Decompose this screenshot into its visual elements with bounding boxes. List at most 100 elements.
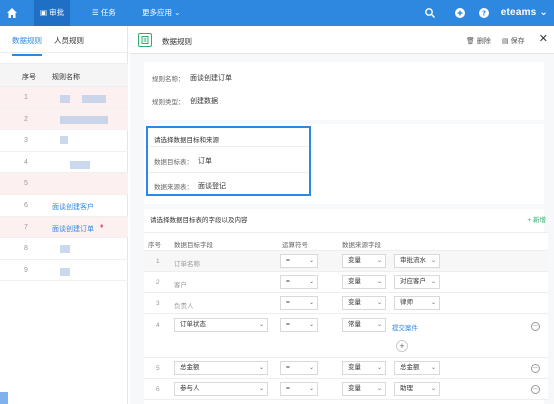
- chevron-down-icon: ⌄: [430, 365, 436, 371]
- source-field-select[interactable]: 审批流水 ⌄: [394, 254, 440, 268]
- nav-more-apps[interactable]: 更多应用 ⌄: [136, 0, 186, 26]
- source-field-select[interactable]: 律师 ⌄: [394, 296, 440, 310]
- chevron-down-icon: ⌄: [536, 7, 548, 18]
- section-title: 请选择数据目标表的字段以及内容: [150, 217, 248, 224]
- chevron-down-icon: ⌄: [308, 365, 314, 371]
- tab-people-rules[interactable]: 人员规则: [54, 35, 84, 46]
- svg-text:?: ?: [482, 10, 486, 18]
- table-row[interactable]: 5: [0, 173, 128, 195]
- nav-approval[interactable]: ▣ 审批: [34, 0, 71, 26]
- chevron-down-icon: ⌄: [430, 258, 436, 264]
- blurred-text: [60, 115, 108, 124]
- table-row: 2 客户 = ⌄ 变量 ⌄ 对应客户 ⌄: [144, 272, 548, 293]
- nav-tasks[interactable]: ☰ 任务: [86, 0, 122, 26]
- save-icon: ▤: [502, 38, 509, 45]
- collapse-handle[interactable]: [0, 392, 8, 404]
- table-row[interactable]: 6 面谈创建客户: [0, 195, 128, 217]
- chevron-down-icon: ⌄: [376, 365, 382, 371]
- chevron-down-icon: ⌄: [376, 300, 382, 306]
- delete-button[interactable]: 🗑 删除: [466, 36, 491, 46]
- chevron-down-icon: ⌄: [308, 386, 314, 392]
- table-row[interactable]: 2: [0, 108, 128, 131]
- rule-basic-card: 规则名称： 面谈创建订单 规则类型： 创建数据: [144, 62, 544, 120]
- chevron-down-icon: ⌄: [376, 258, 382, 264]
- close-icon[interactable]: ✕: [539, 32, 548, 45]
- rule-name-value[interactable]: 面谈创建订单: [190, 73, 232, 83]
- table-row: 6 参与人 ⌄ = ⌄ 变量 ⌄ 助理 ⌄ –: [144, 379, 548, 400]
- table-row[interactable]: 8: [0, 238, 128, 260]
- add-icon[interactable]: [454, 7, 466, 19]
- table-header: 序号 规则名称: [0, 63, 128, 87]
- remove-row-icon[interactable]: –: [531, 385, 540, 394]
- blurred-text: [60, 245, 70, 254]
- chevron-down-icon: ⌄: [258, 365, 264, 371]
- add-new-button[interactable]: + 新增: [527, 214, 546, 224]
- table-row[interactable]: 1: [0, 87, 128, 109]
- source-field-select[interactable]: 助理 ⌄: [394, 382, 440, 396]
- blurred-text: [60, 267, 70, 276]
- chevron-down-icon: ⌄: [430, 300, 436, 306]
- list-icon: ☰: [92, 8, 101, 17]
- constant-value-link[interactable]: 提交案件: [392, 322, 418, 332]
- value-type-select[interactable]: 变量 ⌄: [342, 361, 386, 375]
- help-icon[interactable]: ?: [478, 7, 490, 19]
- rule-tabs: 数据规则 人员规则: [0, 26, 128, 56]
- search-icon[interactable]: [424, 7, 436, 19]
- top-nav-bar: ▣ 审批 ☰ 任务 更多应用 ⌄ ? eteams ⌄: [0, 0, 554, 26]
- target-table-value[interactable]: 订单: [198, 156, 212, 166]
- table-row[interactable]: 9: [0, 260, 128, 282]
- chevron-down-icon: ⌄: [308, 279, 314, 285]
- operator-select[interactable]: = ⌄: [280, 361, 318, 375]
- chevron-down-icon: ⌄: [376, 322, 382, 328]
- table-row-selected[interactable]: 7 面谈创建订单 ♦: [0, 216, 128, 239]
- rule-type-value[interactable]: 创建数据: [190, 96, 218, 106]
- operator-select[interactable]: = ⌄: [280, 296, 318, 310]
- operator-select[interactable]: = ⌄: [280, 318, 318, 332]
- value-type-select[interactable]: 变量 ⌄: [342, 382, 386, 396]
- chevron-down-icon: ⌄: [258, 386, 264, 392]
- chevron-down-icon: ⌄: [430, 386, 436, 392]
- bell-icon: ♦: [100, 222, 104, 230]
- chevron-down-icon: ⌄: [376, 279, 382, 285]
- source-field-select[interactable]: 对应客户 ⌄: [394, 275, 440, 289]
- rule-name-link[interactable]: 面谈创建订单: [52, 224, 94, 234]
- value-type-select[interactable]: 变量 ⌄: [342, 296, 386, 310]
- table-row[interactable]: 4: [0, 152, 128, 174]
- operator-select[interactable]: = ⌄: [280, 254, 318, 268]
- value-type-select[interactable]: 变量 ⌄: [342, 275, 386, 289]
- table-row[interactable]: 3: [0, 130, 128, 152]
- trash-icon: 🗑: [466, 38, 475, 45]
- operator-select[interactable]: = ⌄: [280, 382, 318, 396]
- target-field-select[interactable]: 参与人 ⌄: [174, 382, 268, 396]
- chevron-down-icon: ⌄: [308, 322, 314, 328]
- data-target-source-box: 请选择数据目标和来源 数据目标表： 订单 数据来源表： 面谈登记: [146, 126, 311, 196]
- table-row: 5 总金额 ⌄ = ⌄ 变量 ⌄ 总金额 ⌄ –: [144, 358, 548, 379]
- operator-select[interactable]: = ⌄: [280, 275, 318, 289]
- remove-row-icon[interactable]: –: [531, 364, 540, 373]
- document-icon: [138, 33, 152, 47]
- brand-menu[interactable]: eteams ⌄: [501, 0, 548, 26]
- table-header: 序号 数据目标字段 运算符号 数据来源字段: [144, 233, 548, 251]
- save-button[interactable]: ▤ 保存: [502, 36, 525, 46]
- column-header: 规则名称: [52, 74, 80, 81]
- mapping-table: 序号 数据目标字段 运算符号 数据来源字段 1 订单名称 = ⌄ 变量 ⌄ 审批流水…: [144, 232, 548, 400]
- rule-detail-panel: 数据规则 🗑 删除 ▤ 保存 ✕ 规则名称： 面谈创建订单 规则类型： 创建数据…: [130, 26, 554, 404]
- target-field-select[interactable]: 总金额 ⌄: [174, 361, 268, 375]
- rule-name-link[interactable]: 面谈创建客户: [52, 202, 94, 212]
- chevron-down-icon: ⌄: [174, 8, 181, 17]
- tab-data-rules[interactable]: 数据规则: [12, 35, 42, 56]
- source-table-value[interactable]: 面谈登记: [198, 181, 226, 191]
- remove-row-icon[interactable]: –: [531, 322, 540, 331]
- approval-icon: ▣: [40, 8, 50, 17]
- source-field-select[interactable]: 总金额 ⌄: [394, 361, 440, 375]
- rule-list-panel: 数据规则 人员规则 序号 规则名称 1 2 3 4 5 6 面谈创建客户 7 面…: [0, 26, 128, 404]
- add-value-icon[interactable]: +: [396, 340, 408, 352]
- value-type-select[interactable]: 变量 ⌄: [342, 254, 386, 268]
- blurred-text: [60, 136, 68, 145]
- table-row: 3 负责人 = ⌄ 变量 ⌄ 律师 ⌄: [144, 293, 548, 314]
- table-row: 4 订单状态 ⌄ = ⌄ 常量 ⌄ 提交案件 + –: [144, 314, 548, 358]
- chevron-down-icon: ⌄: [308, 258, 314, 264]
- value-type-select[interactable]: 常量 ⌄: [342, 318, 386, 332]
- target-field-select[interactable]: 订单状态 ⌄: [174, 318, 268, 332]
- home-icon[interactable]: [6, 7, 18, 19]
